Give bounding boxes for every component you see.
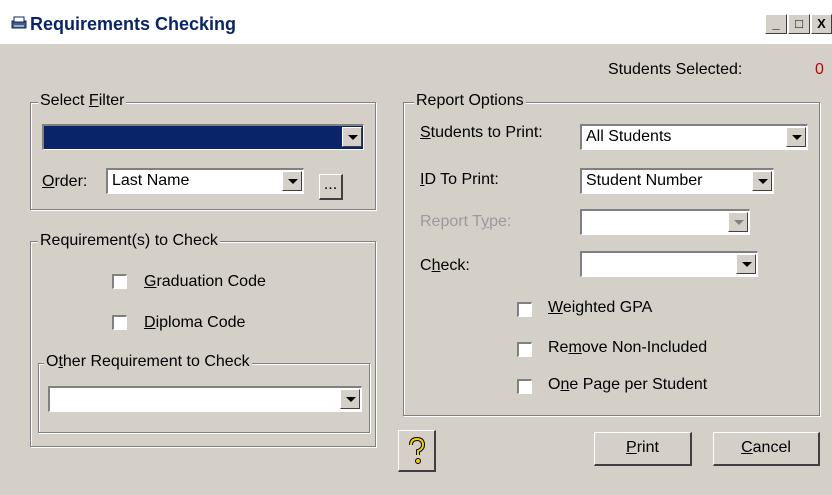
remove-non-included-label: Remove Non-Included <box>548 339 708 356</box>
graduation-code-checkbox[interactable] <box>112 274 127 289</box>
cancel-button[interactable]: Cancel <box>713 432 820 466</box>
id-to-print-dropdown[interactable]: Student Number <box>580 168 774 194</box>
weighted-gpa-label: Weighted GPA <box>548 299 653 316</box>
chevron-down-icon[interactable] <box>786 127 806 147</box>
one-page-per-student-label: One Page per Student <box>548 376 708 393</box>
chevron-down-icon[interactable] <box>282 171 302 191</box>
title-bar: Requirements Checking _ □ X <box>0 0 832 44</box>
remove-non-included-checkbox[interactable] <box>517 342 532 357</box>
requirements-legend: Requirement(s) to Check <box>38 232 220 250</box>
window-title: Requirements Checking <box>30 14 237 34</box>
id-to-print-label: ID To Print: <box>420 171 499 188</box>
students-to-print-value: All Students <box>586 128 672 145</box>
help-button[interactable] <box>398 430 436 472</box>
printer-icon <box>11 16 27 29</box>
order-dropdown[interactable]: Last Name <box>106 168 304 194</box>
other-requirement-dropdown[interactable] <box>48 386 362 412</box>
students-selected-label: Students Selected: <box>608 61 743 78</box>
order-options-button[interactable]: ... <box>319 174 343 200</box>
diploma-code-checkbox[interactable] <box>112 315 127 330</box>
order-label: Order: <box>42 173 88 190</box>
filter-dropdown[interactable] <box>42 124 364 150</box>
chevron-down-icon[interactable] <box>728 212 748 232</box>
report-type-label: Report Type: <box>420 213 512 230</box>
students-to-print-dropdown[interactable]: All Students <box>580 124 808 150</box>
minimize-button[interactable]: _ <box>765 14 787 34</box>
weighted-gpa-checkbox[interactable] <box>517 302 532 317</box>
print-button[interactable]: Print <box>594 432 692 466</box>
help-question-icon <box>408 436 425 464</box>
select-filter-legend: Select Filter <box>38 92 127 110</box>
check-dropdown[interactable] <box>580 251 758 277</box>
students-selected-count: 0 <box>815 61 824 78</box>
maximize-button[interactable]: □ <box>788 14 810 34</box>
chevron-down-icon[interactable] <box>736 254 756 274</box>
report-type-dropdown[interactable] <box>580 209 750 235</box>
diploma-code-label: Diploma Code <box>144 314 246 331</box>
chevron-down-icon[interactable] <box>340 389 360 409</box>
chevron-down-icon[interactable] <box>752 171 772 191</box>
id-to-print-value: Student Number <box>586 172 703 189</box>
one-page-per-student-checkbox[interactable] <box>517 379 532 394</box>
report-options-legend: Report Options <box>414 92 526 110</box>
graduation-code-label: Graduation Code <box>144 273 266 290</box>
students-to-print-label: Students to Print: <box>420 124 543 141</box>
other-requirement-legend: Other Requirement to Check <box>44 353 252 371</box>
close-button[interactable]: X <box>811 14 832 34</box>
check-label: Check: <box>420 257 470 274</box>
chevron-down-icon[interactable] <box>342 127 362 147</box>
order-value: Last Name <box>112 172 190 189</box>
